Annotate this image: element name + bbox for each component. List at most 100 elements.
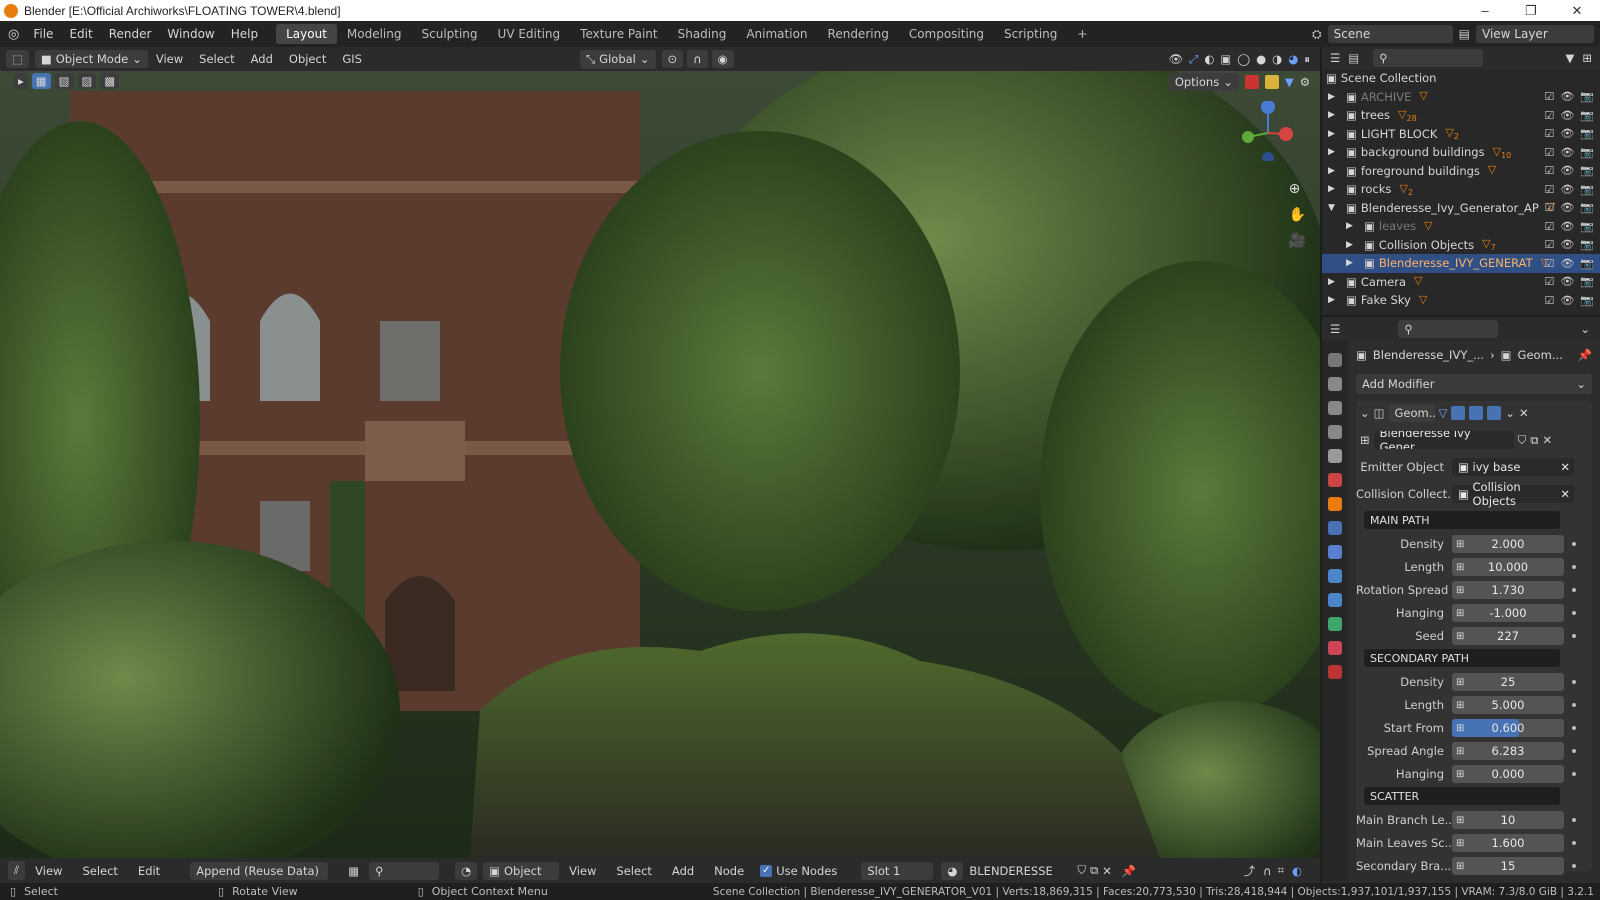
- node-menu-node[interactable]: Node: [704, 864, 754, 878]
- node-group-field[interactable]: Blenderesse Ivy Gener...: [1373, 431, 1514, 449]
- navigation-gizmo[interactable]: [1238, 100, 1298, 164]
- duplicate-icon[interactable]: ⧉: [1090, 863, 1098, 878]
- shader-editor-type-button[interactable]: ◔: [455, 861, 478, 880]
- main-path-section-header[interactable]: MAIN PATH: [1364, 511, 1560, 529]
- viewport-toggle-icon[interactable]: [1469, 406, 1484, 420]
- camera-icon[interactable]: 📷: [1580, 257, 1594, 270]
- modifier-menu-icon[interactable]: ⌄: [1505, 406, 1515, 420]
- add-modifier-dropdown[interactable]: Add Modifier ⌄: [1356, 374, 1592, 394]
- snap-grid-icon[interactable]: ⌗: [1277, 863, 1283, 878]
- camera-icon[interactable]: 📷: [1580, 164, 1594, 177]
- particles-tab-icon[interactable]: [1328, 545, 1342, 559]
- outliner-row[interactable]: ▼ ▣ Blenderesse_Ivy_Generator_AP ▽ ☑ 👁 📷: [1322, 199, 1600, 218]
- breadcrumb-object[interactable]: Blenderesse_IVY_...: [1373, 348, 1484, 362]
- camera-icon[interactable]: 📷: [1580, 238, 1594, 251]
- checkbox-icon[interactable]: ☑: [1544, 164, 1554, 177]
- camera-icon[interactable]: 📷: [1580, 220, 1594, 233]
- expand-closed-icon[interactable]: ▶: [1328, 184, 1340, 194]
- new-collection-icon[interactable]: ⊞: [1582, 51, 1592, 65]
- tab-compositing[interactable]: Compositing: [899, 24, 994, 44]
- bottom-menu-select[interactable]: Select: [72, 864, 127, 878]
- property-value-field[interactable]: ⊞ 1.730: [1452, 581, 1564, 599]
- expand-open-icon[interactable]: ▼: [1328, 203, 1340, 213]
- expand-closed-icon[interactable]: ▶: [1328, 166, 1340, 176]
- display-mode-icon[interactable]: ▤: [1348, 51, 1359, 65]
- snap-button[interactable]: ∩: [687, 50, 708, 68]
- keyframe-dot-icon[interactable]: [1572, 611, 1576, 615]
- material-slot-dropdown[interactable]: Slot 1: [861, 861, 934, 880]
- collection-color-icon[interactable]: [1244, 75, 1259, 89]
- viewport-3d[interactable]: ▸ ▦ ▧ ▨ ▩ Options ⌄ ▼ ⚙ ⊕ ✋ 🎥: [0, 71, 1320, 858]
- collision-collection-field[interactable]: ▣ Collision Objects ✕: [1452, 480, 1574, 508]
- gear-icon[interactable]: ⚙: [1300, 75, 1310, 89]
- collapse-icon[interactable]: ⌄: [1360, 406, 1370, 420]
- breadcrumb-modifier[interactable]: Geom...: [1518, 348, 1563, 362]
- data-tab-icon[interactable]: [1328, 617, 1342, 631]
- transform-orientation-dropdown[interactable]: ⤡ Global ⌄: [579, 49, 656, 69]
- zoom-icon[interactable]: ⊕: [1289, 181, 1306, 197]
- outliner-row[interactable]: ▶ ▣ Blenderesse_IVY_GENERAT ▽ ☑ 👁 📷: [1322, 254, 1600, 273]
- object-tab-icon[interactable]: [1328, 497, 1342, 511]
- viewport-menu-add[interactable]: Add: [243, 52, 281, 66]
- property-value-field[interactable]: ⊞ 227: [1452, 627, 1564, 645]
- rendered-shading-icon[interactable]: ◕: [1288, 52, 1298, 66]
- emitter-object-field[interactable]: ▣ ivy base ✕: [1452, 458, 1574, 476]
- keyframe-dot-icon[interactable]: [1572, 726, 1576, 730]
- shader-type-dropdown[interactable]: ▣ Object: [483, 861, 560, 880]
- view-layer-selector[interactable]: View Layer: [1476, 25, 1594, 43]
- select-tool-button[interactable]: ▸: [14, 73, 28, 89]
- overlay-icon[interactable]: ◐: [1204, 52, 1214, 66]
- eye-icon[interactable]: 👁: [1560, 109, 1574, 122]
- menu-render[interactable]: Render: [101, 27, 160, 41]
- remove-modifier-icon[interactable]: ✕: [1519, 406, 1529, 420]
- keyframe-dot-icon[interactable]: [1572, 565, 1576, 569]
- constraints-tab-icon[interactable]: [1328, 593, 1342, 607]
- eye-icon[interactable]: 👁: [1560, 220, 1574, 233]
- material-browse-button[interactable]: ◕: [941, 861, 964, 880]
- pin-icon[interactable]: 📌: [1578, 348, 1592, 362]
- checkbox-icon[interactable]: ☑: [1544, 294, 1554, 307]
- cage-toggle-icon[interactable]: [1451, 406, 1466, 420]
- property-value-field[interactable]: ⊞ 15: [1452, 857, 1564, 875]
- tab-uv-editing[interactable]: UV Editing: [488, 24, 571, 44]
- keyframe-dot-icon[interactable]: [1572, 864, 1576, 868]
- scene-selector[interactable]: Scene: [1327, 25, 1453, 43]
- keyframe-dot-icon[interactable]: [1572, 841, 1576, 845]
- outliner-row[interactable]: ▶ ▣ ARCHIVE ▽ ☑ 👁 📷: [1322, 88, 1600, 107]
- tab-modeling[interactable]: Modeling: [337, 24, 412, 44]
- select-subtract-button[interactable]: ▨: [77, 73, 97, 89]
- checkbox-icon[interactable]: ☑: [1544, 109, 1554, 122]
- node-menu-add[interactable]: Add: [662, 864, 704, 878]
- filter-icon[interactable]: ▼: [1566, 51, 1575, 65]
- expand-closed-icon[interactable]: ▶: [1346, 221, 1358, 231]
- world-tab-icon[interactable]: [1328, 473, 1342, 487]
- expand-closed-icon[interactable]: ▶: [1328, 147, 1340, 157]
- viewport-menu-select[interactable]: Select: [191, 52, 242, 66]
- blender-menu-icon[interactable]: ◎: [8, 27, 19, 42]
- clear-icon[interactable]: ✕: [1560, 487, 1570, 501]
- keyframe-dot-icon[interactable]: [1572, 542, 1576, 546]
- select-box-mode-button[interactable]: ▦: [31, 73, 51, 89]
- camera-icon[interactable]: 📷: [1580, 183, 1594, 196]
- outliner-row[interactable]: ▶ ▣ LIGHT BLOCK ▽2 ☑ 👁 📷: [1322, 125, 1600, 144]
- options-dropdown[interactable]: Options ⌄: [1168, 73, 1239, 91]
- scatter-section-header[interactable]: SCATTER: [1364, 787, 1560, 805]
- viewport-menu-gis[interactable]: GIS: [334, 52, 370, 66]
- gizmo-toggle-icon[interactable]: ⤢: [1189, 52, 1198, 67]
- node-menu-select[interactable]: Select: [606, 864, 661, 878]
- scene-collection-row[interactable]: ▣ Scene Collection: [1322, 69, 1600, 88]
- edit-mode-toggle-icon[interactable]: ▽: [1439, 406, 1448, 420]
- property-value-field[interactable]: ⊞ 10: [1452, 811, 1564, 829]
- property-value-field[interactable]: ⊞ 0.000: [1452, 765, 1564, 783]
- pivot-point-button[interactable]: ⊙: [661, 50, 684, 68]
- eye-icon[interactable]: 👁: [1560, 294, 1574, 307]
- properties-search-input[interactable]: ⚲: [1398, 320, 1499, 338]
- physics-tab-icon[interactable]: [1328, 569, 1342, 583]
- pause-render-icon[interactable]: ⏸: [1304, 52, 1310, 67]
- tab-rendering[interactable]: Rendering: [818, 24, 899, 44]
- maximize-button[interactable]: ❐: [1508, 3, 1554, 19]
- outliner-row[interactable]: ▶ ▣ background buildings ▽10 ☑ 👁 📷: [1322, 143, 1600, 162]
- eye-icon[interactable]: 👁: [1560, 90, 1574, 103]
- menu-edit[interactable]: Edit: [61, 27, 100, 41]
- viewport-menu-view[interactable]: View: [148, 52, 191, 66]
